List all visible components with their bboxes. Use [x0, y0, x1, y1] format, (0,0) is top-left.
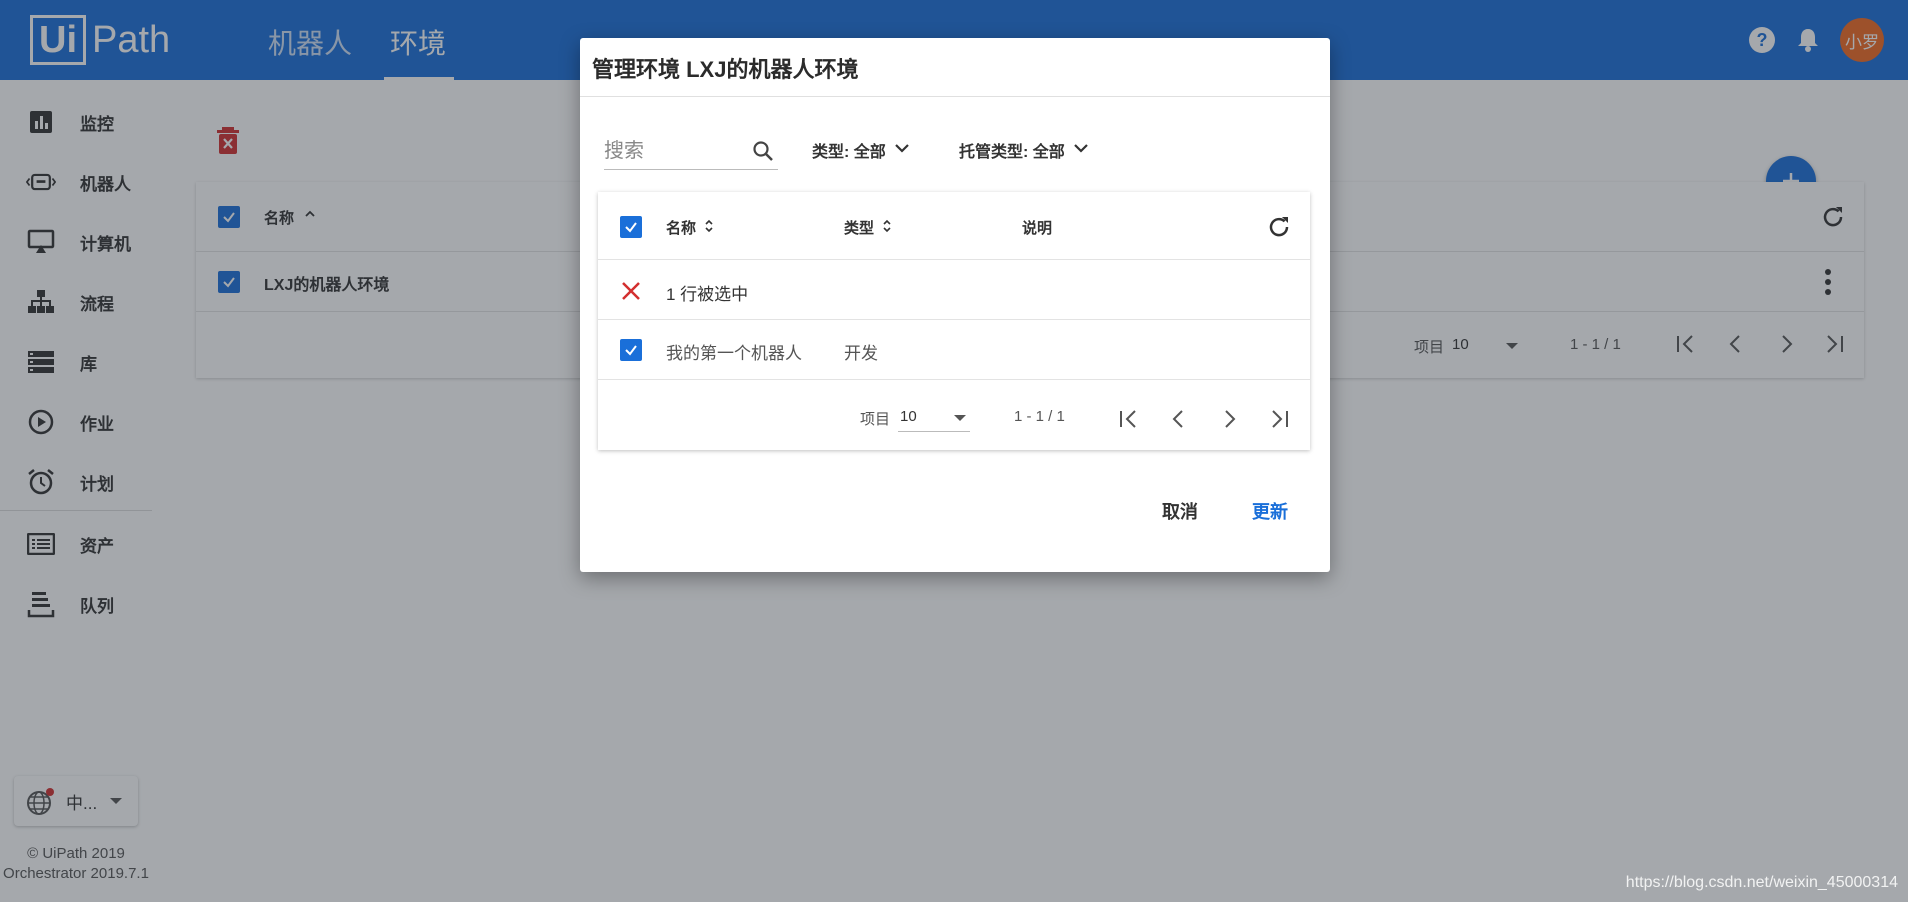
dialog-title: 管理环境 LXJ的机器人环境 [592, 57, 859, 82]
column-description-header: 说明 [1022, 217, 1052, 238]
sort-icon [882, 219, 892, 237]
clear-selection-icon[interactable] [620, 280, 642, 307]
selection-summary-row: 1 行被选中 [598, 260, 1310, 320]
table-header: 名称 类型 说明 [598, 192, 1310, 260]
hosting-type-filter-label: 托管类型: 全部 [959, 144, 1065, 161]
dialog-divider [580, 96, 1330, 97]
next-page-icon[interactable] [1214, 404, 1244, 434]
sort-icon [704, 219, 714, 237]
items-per-page-value: 10 [900, 408, 917, 425]
last-page-icon[interactable] [1264, 404, 1294, 434]
column-type-label: 类型 [844, 220, 875, 237]
search-field [604, 134, 778, 170]
selected-count-text: 1 行被选中 [666, 285, 749, 304]
search-icon[interactable] [752, 140, 774, 167]
first-page-icon[interactable] [1114, 404, 1144, 434]
column-name-header[interactable]: 名称 [666, 217, 714, 238]
chevron-down-icon [894, 141, 910, 159]
table-row[interactable]: 我的第一个机器人 开发 [598, 320, 1310, 380]
refresh-icon[interactable] [1266, 214, 1292, 245]
prev-page-icon[interactable] [1164, 404, 1194, 434]
items-per-page-label: 项目 [860, 411, 891, 428]
column-name-label: 名称 [666, 220, 697, 237]
row-checkbox[interactable] [620, 339, 642, 361]
select-all-checkbox[interactable] [620, 216, 642, 238]
page-range: 1 - 1 / 1 [1014, 408, 1065, 425]
search-input[interactable] [604, 134, 744, 168]
caret-down-icon [954, 415, 966, 421]
items-per-page-select[interactable]: 10 [898, 404, 970, 432]
column-type-header[interactable]: 类型 [844, 217, 892, 238]
robots-table: 名称 类型 说明 1 行被选中 我的第一个机器人 开发 项目 10 1 - 1 … [598, 192, 1310, 450]
watermark-text: https://blog.csdn.net/weixin_45000314 [1625, 874, 1898, 891]
row-type: 开发 [844, 344, 878, 363]
type-filter[interactable]: 类型: 全部 [812, 138, 910, 162]
manage-environment-dialog: 管理环境 LXJ的机器人环境 类型: 全部 托管类型: 全部 名称 类型 说明 [580, 38, 1330, 572]
cancel-button[interactable]: 取消 [1152, 492, 1208, 530]
type-filter-label: 类型: 全部 [812, 144, 886, 161]
update-button[interactable]: 更新 [1242, 492, 1298, 530]
row-name: 我的第一个机器人 [666, 344, 802, 363]
column-description-label: 说明 [1022, 220, 1053, 237]
chevron-down-icon [1073, 141, 1089, 159]
hosting-type-filter[interactable]: 托管类型: 全部 [959, 138, 1089, 162]
